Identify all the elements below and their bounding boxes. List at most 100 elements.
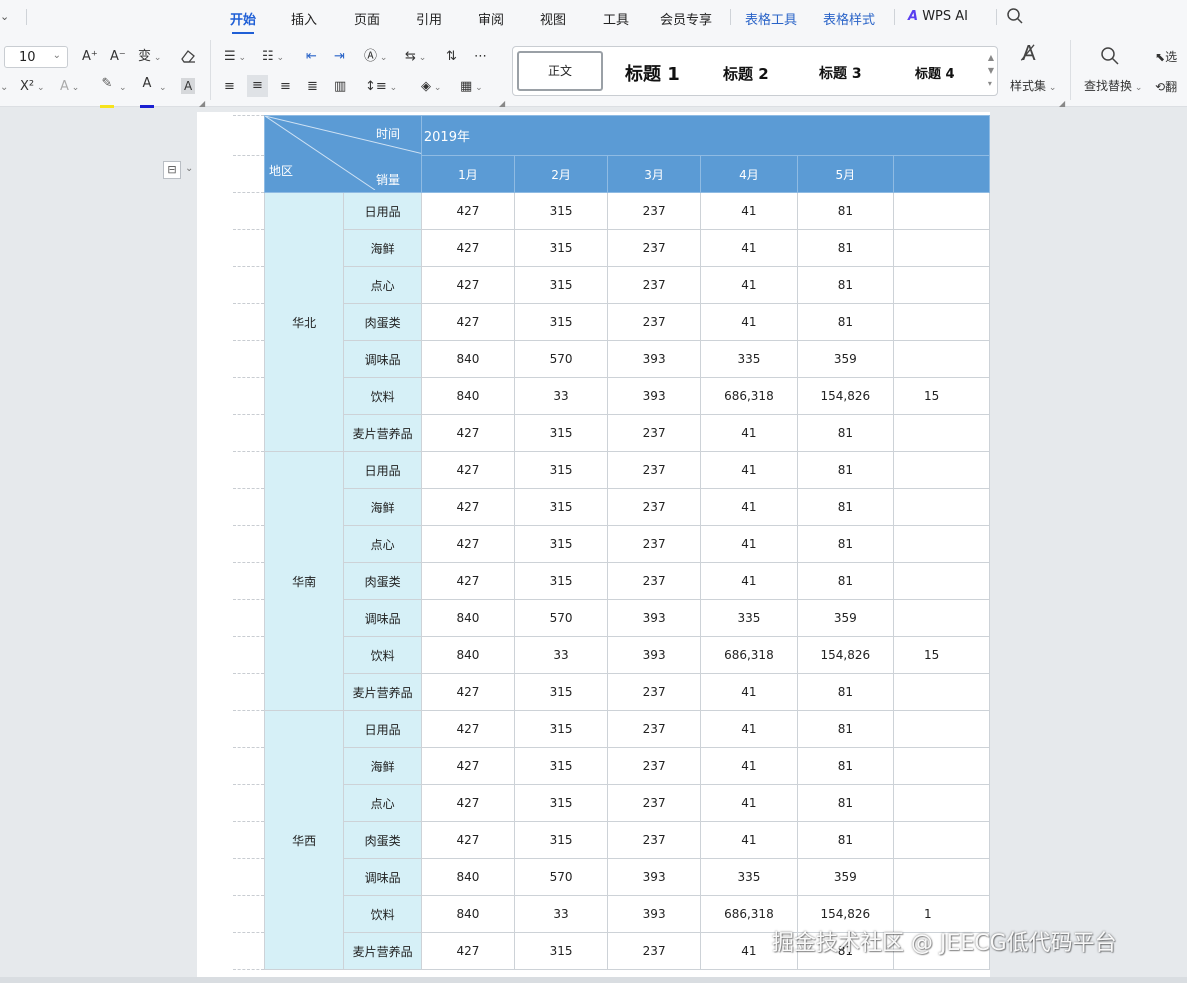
value-cell[interactable]: 427: [420, 710, 515, 748]
month-header[interactable]: 4月: [700, 155, 798, 193]
category-cell[interactable]: 肉蛋类: [343, 562, 422, 600]
find-icon[interactable]: [1100, 46, 1120, 71]
value-cell[interactable]: 237: [607, 525, 702, 563]
value-cell[interactable]: 570: [513, 599, 609, 637]
style-set-button[interactable]: 样式集 ⌄: [1010, 78, 1056, 96]
value-cell[interactable]: 41: [700, 414, 798, 452]
value-cell[interactable]: 840: [420, 895, 515, 933]
value-cell-partial[interactable]: [893, 451, 990, 489]
value-cell-partial[interactable]: [893, 747, 990, 785]
value-cell[interactable]: 315: [513, 192, 609, 230]
value-cell[interactable]: 81: [796, 488, 895, 526]
value-cell[interactable]: 359: [796, 340, 895, 378]
month-header[interactable]: 5月: [796, 155, 895, 193]
chevron-down-icon[interactable]: ⌄: [185, 163, 193, 174]
chevron-down-icon[interactable]: ⌄: [119, 80, 127, 96]
diagonal-header-cell[interactable]: 时间 销量 地区: [264, 115, 422, 193]
value-cell[interactable]: 237: [607, 821, 702, 859]
value-cell[interactable]: 41: [700, 784, 798, 822]
align-right-icon[interactable]: ≡: [280, 79, 291, 95]
value-cell-partial[interactable]: [893, 192, 990, 230]
value-cell[interactable]: 427: [420, 414, 515, 452]
eraser-icon[interactable]: [180, 48, 196, 69]
value-cell[interactable]: 41: [700, 229, 798, 267]
region-cell[interactable]: 华西: [264, 710, 345, 970]
month-header-partial[interactable]: [893, 155, 990, 193]
value-cell[interactable]: 81: [796, 673, 895, 711]
value-cell[interactable]: 41: [700, 192, 798, 230]
value-cell[interactable]: 427: [420, 488, 515, 526]
value-cell[interactable]: 41: [700, 710, 798, 748]
text-effect-icon[interactable]: A ⌄: [60, 79, 79, 96]
category-cell[interactable]: 调味品: [343, 599, 422, 637]
tab-home[interactable]: 开始: [230, 9, 256, 34]
value-cell[interactable]: 81: [796, 710, 895, 748]
chevron-down-icon[interactable]: ⌄: [159, 80, 167, 96]
value-cell[interactable]: 427: [420, 784, 515, 822]
value-cell[interactable]: 41: [700, 303, 798, 341]
value-cell[interactable]: 237: [607, 562, 702, 600]
value-cell[interactable]: 359: [796, 599, 895, 637]
font-size-select[interactable]: 10 ⌄: [4, 46, 68, 68]
tab-member[interactable]: 会员专享: [660, 9, 712, 28]
value-cell[interactable]: 840: [420, 340, 515, 378]
value-cell[interactable]: 81: [796, 266, 895, 304]
value-cell[interactable]: 427: [420, 525, 515, 563]
decrease-indent-icon[interactable]: ⇤: [306, 49, 317, 65]
value-cell-partial[interactable]: 15: [893, 377, 990, 415]
value-cell-partial[interactable]: [893, 673, 990, 711]
style-heading-2[interactable]: 标题 2: [723, 63, 769, 84]
sort-icon[interactable]: ⇅: [446, 49, 457, 65]
shrink-font-icon[interactable]: A⁻: [110, 49, 126, 65]
month-header[interactable]: 2月: [513, 155, 609, 193]
value-cell[interactable]: 427: [420, 229, 515, 267]
category-cell[interactable]: 日用品: [343, 710, 422, 748]
value-cell[interactable]: 41: [700, 747, 798, 785]
numbered-list-icon[interactable]: ☷ ⌄: [262, 49, 284, 66]
value-cell[interactable]: 686,318: [700, 636, 798, 674]
tab-review[interactable]: 审阅: [478, 9, 504, 28]
value-cell[interactable]: 393: [607, 599, 702, 637]
tab-page[interactable]: 页面: [354, 9, 380, 28]
table-move-handle[interactable]: ⊟ ⌄: [163, 160, 199, 182]
value-cell[interactable]: 570: [513, 858, 609, 896]
phonetic-guide-icon[interactable]: 变 ⌄: [138, 49, 161, 66]
value-cell[interactable]: 427: [420, 821, 515, 859]
superscript-icon[interactable]: X² ⌄: [20, 79, 45, 96]
value-cell[interactable]: 393: [607, 636, 702, 674]
value-cell[interactable]: 335: [700, 858, 798, 896]
line-spacing-icon[interactable]: ↕≡ ⌄: [365, 79, 397, 96]
value-cell[interactable]: 41: [700, 451, 798, 489]
category-cell[interactable]: 日用品: [343, 192, 422, 230]
value-cell-partial[interactable]: [893, 414, 990, 452]
category-cell[interactable]: 饮料: [343, 895, 422, 933]
value-cell[interactable]: 237: [607, 266, 702, 304]
value-cell[interactable]: 237: [607, 747, 702, 785]
show-marks-icon[interactable]: ⋯: [474, 49, 487, 65]
value-cell[interactable]: 81: [796, 414, 895, 452]
value-cell-partial[interactable]: [893, 599, 990, 637]
style-normal[interactable]: 正文: [517, 51, 603, 91]
value-cell-partial[interactable]: [893, 266, 990, 304]
search-icon[interactable]: [1006, 7, 1024, 28]
value-cell[interactable]: 41: [700, 266, 798, 304]
value-cell[interactable]: 41: [700, 821, 798, 859]
category-cell[interactable]: 饮料: [343, 636, 422, 674]
select-button[interactable]: ⬉选: [1155, 49, 1177, 65]
dialog-launcher-icon[interactable]: ◢: [199, 96, 205, 112]
value-cell[interactable]: 840: [420, 377, 515, 415]
value-cell[interactable]: 237: [607, 414, 702, 452]
chevron-down-icon[interactable]: ⌄: [0, 9, 9, 25]
value-cell-partial[interactable]: 15: [893, 636, 990, 674]
value-cell[interactable]: 335: [700, 599, 798, 637]
region-cell[interactable]: 华南: [264, 451, 345, 711]
highlight-icon[interactable]: ✎: [100, 76, 114, 108]
value-cell[interactable]: 33: [513, 377, 609, 415]
value-cell[interactable]: 315: [513, 414, 609, 452]
value-cell-partial[interactable]: [893, 525, 990, 563]
value-cell[interactable]: 81: [796, 525, 895, 563]
category-cell[interactable]: 海鲜: [343, 229, 422, 267]
category-cell[interactable]: 麦片营养品: [343, 932, 422, 970]
value-cell[interactable]: 315: [513, 673, 609, 711]
value-cell[interactable]: 686,318: [700, 377, 798, 415]
